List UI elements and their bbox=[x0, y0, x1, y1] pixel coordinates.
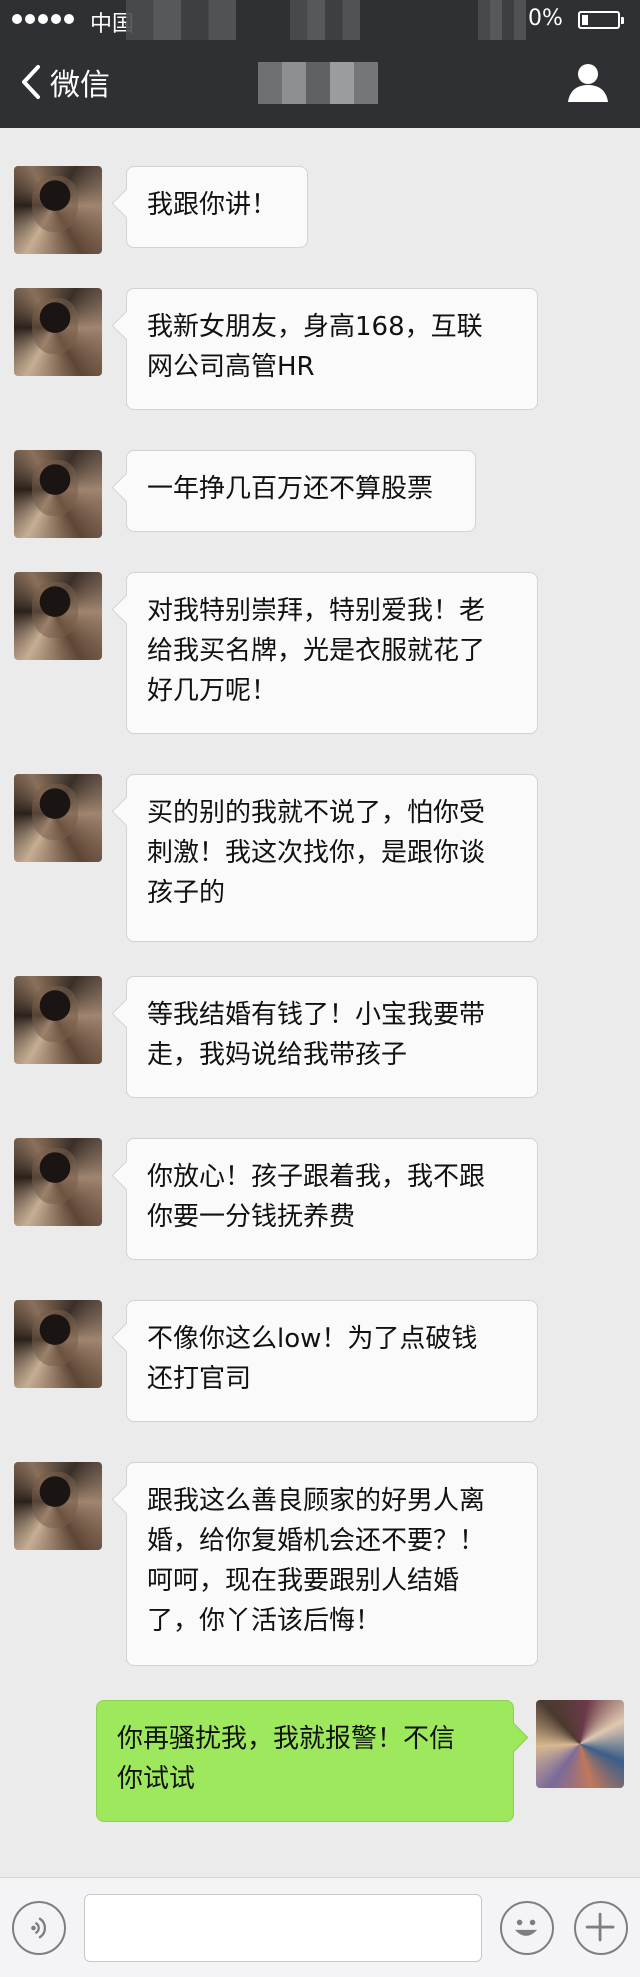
voice-icon[interactable] bbox=[12, 1901, 66, 1955]
contact-avatar[interactable] bbox=[14, 1300, 102, 1388]
message-bubble[interactable]: 买的别的我就不说了，怕你受 刺激！我这次找你，是跟你谈 孩子的 bbox=[126, 774, 538, 942]
message-bubble[interactable]: 一年挣几百万还不算股票 bbox=[126, 450, 476, 532]
battery-icon bbox=[578, 11, 624, 29]
message-bubble[interactable]: 我跟你讲！ bbox=[126, 166, 308, 248]
redacted-contact-name bbox=[258, 62, 378, 104]
emoji-icon[interactable] bbox=[500, 1901, 554, 1955]
contact-avatar[interactable] bbox=[14, 774, 102, 862]
message-bubble[interactable]: 等我结婚有钱了！小宝我要带 走，我妈说给我带孩子 bbox=[126, 976, 538, 1098]
my-avatar[interactable] bbox=[536, 1700, 624, 1788]
contact-avatar[interactable] bbox=[14, 976, 102, 1064]
contact-avatar[interactable] bbox=[14, 572, 102, 660]
message-bubble[interactable]: 跟我这么善良顾家的好男人离 婚，给你复婚机会还不要？！ 呵呵，现在我要跟别人结婚… bbox=[126, 1462, 538, 1666]
message-bubble[interactable]: 我新女朋友，身高168，互联 网公司高管HR bbox=[126, 288, 538, 410]
back-label: 微信 bbox=[50, 68, 110, 103]
navigation-bar: 微信 bbox=[0, 40, 640, 128]
chevron-left-icon bbox=[22, 65, 40, 99]
message-bubble[interactable]: 你放心！孩子跟着我，我不跟 你要一分钱抚养费 bbox=[126, 1138, 538, 1260]
input-bar bbox=[0, 1877, 640, 1977]
my-message-bubble[interactable]: 你再骚扰我，我就报警！不信 你试试 bbox=[96, 1700, 514, 1822]
message-input[interactable] bbox=[84, 1894, 482, 1962]
redacted-status bbox=[290, 0, 360, 40]
redacted-time bbox=[126, 0, 236, 40]
message-bubble[interactable]: 对我特别崇拜，特别爱我！老 给我买名牌，光是衣服就花了 好几万呢！ bbox=[126, 572, 538, 734]
signal-strength-icon bbox=[12, 14, 74, 24]
contact-avatar[interactable] bbox=[14, 1462, 102, 1550]
battery-percentage: 0% bbox=[528, 6, 563, 31]
status-bar: 中国 0% bbox=[0, 0, 640, 40]
back-button[interactable]: 微信 bbox=[18, 60, 110, 104]
contact-avatar[interactable] bbox=[14, 166, 102, 254]
top-bar: 中国 0% 微信 bbox=[0, 0, 640, 128]
person-icon[interactable] bbox=[566, 60, 610, 104]
message-bubble[interactable]: 不像你这么low！为了点破钱 还打官司 bbox=[126, 1300, 538, 1422]
contact-avatar[interactable] bbox=[14, 288, 102, 376]
redacted-status-2 bbox=[478, 0, 526, 40]
contact-avatar[interactable] bbox=[14, 450, 102, 538]
contact-avatar[interactable] bbox=[14, 1138, 102, 1226]
plus-icon[interactable] bbox=[574, 1901, 628, 1955]
